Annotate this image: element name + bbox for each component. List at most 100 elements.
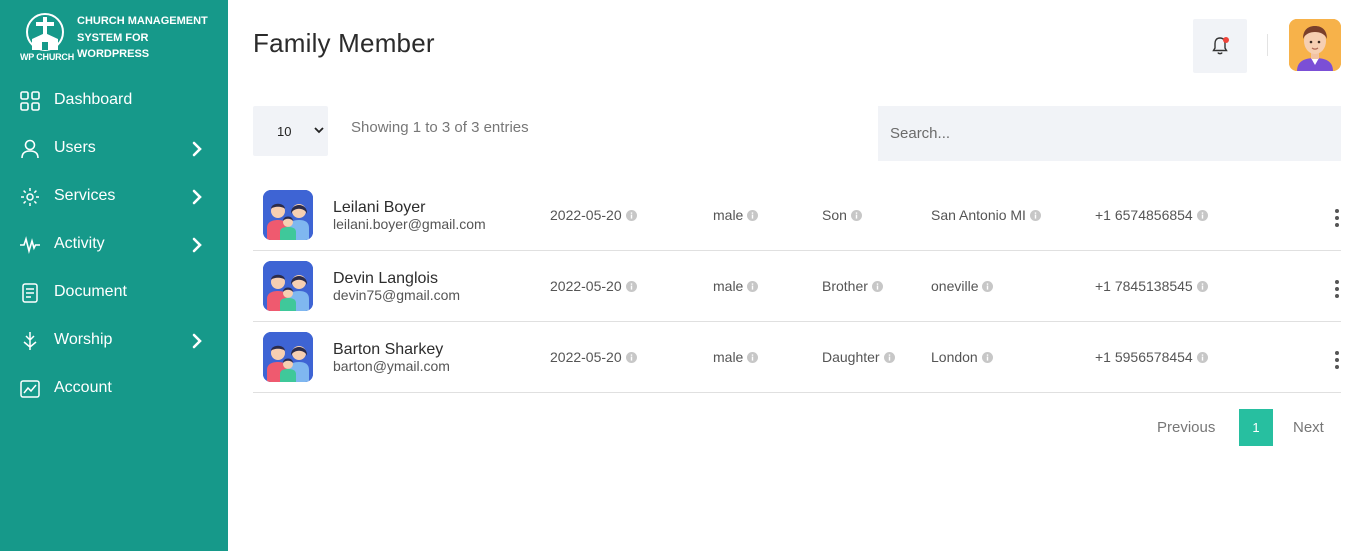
info-icon[interactable] (1196, 209, 1208, 221)
header-divider (1267, 34, 1268, 56)
member-city: San Antonio MI (931, 207, 1026, 223)
document-icon (19, 282, 41, 304)
info-icon[interactable] (747, 351, 759, 363)
brand-title: CHURCH MANAGEMENT SYSTEM FOR WORDPRESS (77, 15, 208, 60)
entries-info: Showing 1 to 3 of 3 entries (351, 119, 529, 136)
info-icon[interactable] (1196, 351, 1208, 363)
member-relation-cell: Daughter (822, 349, 895, 365)
family-avatar-icon (263, 190, 313, 240)
sidebar-item-label: Account (54, 379, 112, 396)
family-avatar-icon (263, 261, 313, 311)
dashboard-grid-icon (19, 90, 41, 112)
member-date: 2022-05-20 (550, 207, 622, 223)
member-city-cell: London (931, 349, 993, 365)
app-root: WP CHURCH CHURCH MANAGEMENT SYSTEM FOR W… (0, 0, 1365, 551)
notification-dot (1223, 37, 1229, 43)
member-gender-cell: male (713, 349, 759, 365)
info-icon[interactable] (981, 351, 993, 363)
info-icon[interactable] (871, 280, 883, 292)
sidebar-item-worship[interactable]: Worship (0, 317, 228, 365)
info-icon[interactable] (883, 351, 895, 363)
member-relation: Brother (822, 278, 868, 294)
row-actions-menu-icon[interactable] (1332, 351, 1342, 373)
member-date-cell: 2022-05-20 (550, 207, 637, 223)
page-length-value: 10 (277, 124, 292, 139)
family-avatar-icon (263, 332, 313, 382)
account-chart-icon (19, 378, 41, 400)
sidebar-item-label: Services (54, 187, 116, 204)
info-icon[interactable] (625, 209, 637, 221)
info-icon[interactable] (747, 280, 759, 292)
chevron-right-icon (190, 333, 204, 349)
pagination-previous-button[interactable]: Previous (1157, 419, 1215, 436)
member-relation: Daughter (822, 349, 880, 365)
sidebar-item-label: Users (54, 139, 96, 156)
info-icon[interactable] (747, 209, 759, 221)
table-row: Leilani Boyer leilani.boyer@gmail.com 20… (253, 180, 1341, 251)
sidebar-nav: Dashboard Users Services Activity Docume… (0, 77, 228, 413)
member-email: leilani.boyer@gmail.com (333, 216, 486, 232)
pagination: Previous 1 Next (1140, 409, 1341, 446)
member-email: barton@ymail.com (333, 358, 450, 374)
family-member-table: Leilani Boyer leilani.boyer@gmail.com 20… (253, 180, 1341, 393)
table-row: Devin Langlois devin75@gmail.com 2022-05… (253, 251, 1341, 322)
sidebar-item-dashboard[interactable]: Dashboard (0, 77, 228, 125)
row-actions-menu-icon[interactable] (1332, 280, 1342, 302)
sidebar-item-activity[interactable]: Activity (0, 221, 228, 269)
member-name: Devin Langlois (333, 270, 438, 287)
info-icon[interactable] (850, 209, 862, 221)
member-relation: Son (822, 207, 847, 223)
info-icon[interactable] (982, 280, 994, 292)
sidebar-item-users[interactable]: Users (0, 125, 228, 173)
member-relation-cell: Brother (822, 278, 883, 294)
info-icon[interactable] (1029, 209, 1041, 221)
member-city-cell: oneville (931, 278, 994, 294)
member-name: Barton Sharkey (333, 341, 444, 358)
worship-icon (19, 330, 41, 352)
services-icon (19, 186, 41, 208)
member-city: London (931, 349, 978, 365)
info-icon[interactable] (625, 280, 637, 292)
row-actions-menu-icon[interactable] (1332, 209, 1342, 231)
pagination-page-button[interactable]: 1 (1239, 409, 1273, 446)
info-icon[interactable] (625, 351, 637, 363)
search-input[interactable] (878, 106, 1341, 161)
page-length-select[interactable]: 10 (253, 106, 328, 156)
user-avatar[interactable] (1289, 19, 1341, 71)
member-gender-cell: male (713, 207, 759, 223)
member-phone-cell: +1 6574856854 (1095, 207, 1208, 223)
sidebar-item-document[interactable]: Document (0, 269, 228, 317)
member-date: 2022-05-20 (550, 349, 622, 365)
brand-logo-text: WP CHURCH (20, 52, 75, 62)
member-phone: +1 5956578454 (1095, 349, 1193, 365)
sidebar-item-label: Activity (54, 235, 105, 252)
member-name: Leilani Boyer (333, 199, 426, 216)
chevron-right-icon (190, 237, 204, 253)
member-phone: +1 7845138545 (1095, 278, 1193, 294)
info-icon[interactable] (1196, 280, 1208, 292)
member-relation-cell: Son (822, 207, 862, 223)
sidebar-item-label: Document (54, 283, 127, 300)
member-city-cell: San Antonio MI (931, 207, 1041, 223)
chevron-right-icon (190, 141, 204, 157)
table-row: Barton Sharkey barton@ymail.com 2022-05-… (253, 322, 1341, 393)
member-phone: +1 6574856854 (1095, 207, 1193, 223)
sidebar: WP CHURCH CHURCH MANAGEMENT SYSTEM FOR W… (0, 0, 228, 551)
member-date: 2022-05-20 (550, 278, 622, 294)
member-email: devin75@gmail.com (333, 287, 461, 303)
sidebar-item-account[interactable]: Account (0, 365, 228, 413)
sidebar-item-label: Dashboard (54, 91, 133, 108)
member-phone-cell: +1 5956578454 (1095, 349, 1208, 365)
brand[interactable]: WP CHURCH CHURCH MANAGEMENT SYSTEM FOR W… (18, 12, 218, 64)
pagination-next-button[interactable]: Next (1293, 419, 1324, 436)
member-gender: male (713, 278, 744, 294)
member-gender: male (713, 207, 744, 223)
chevron-down-icon (314, 127, 324, 134)
member-phone-cell: +1 7845138545 (1095, 278, 1208, 294)
member-gender: male (713, 349, 744, 365)
member-date-cell: 2022-05-20 (550, 349, 637, 365)
member-gender-cell: male (713, 278, 759, 294)
sidebar-item-label: Worship (54, 331, 113, 348)
notifications-button[interactable] (1193, 19, 1247, 73)
sidebar-item-services[interactable]: Services (0, 173, 228, 221)
